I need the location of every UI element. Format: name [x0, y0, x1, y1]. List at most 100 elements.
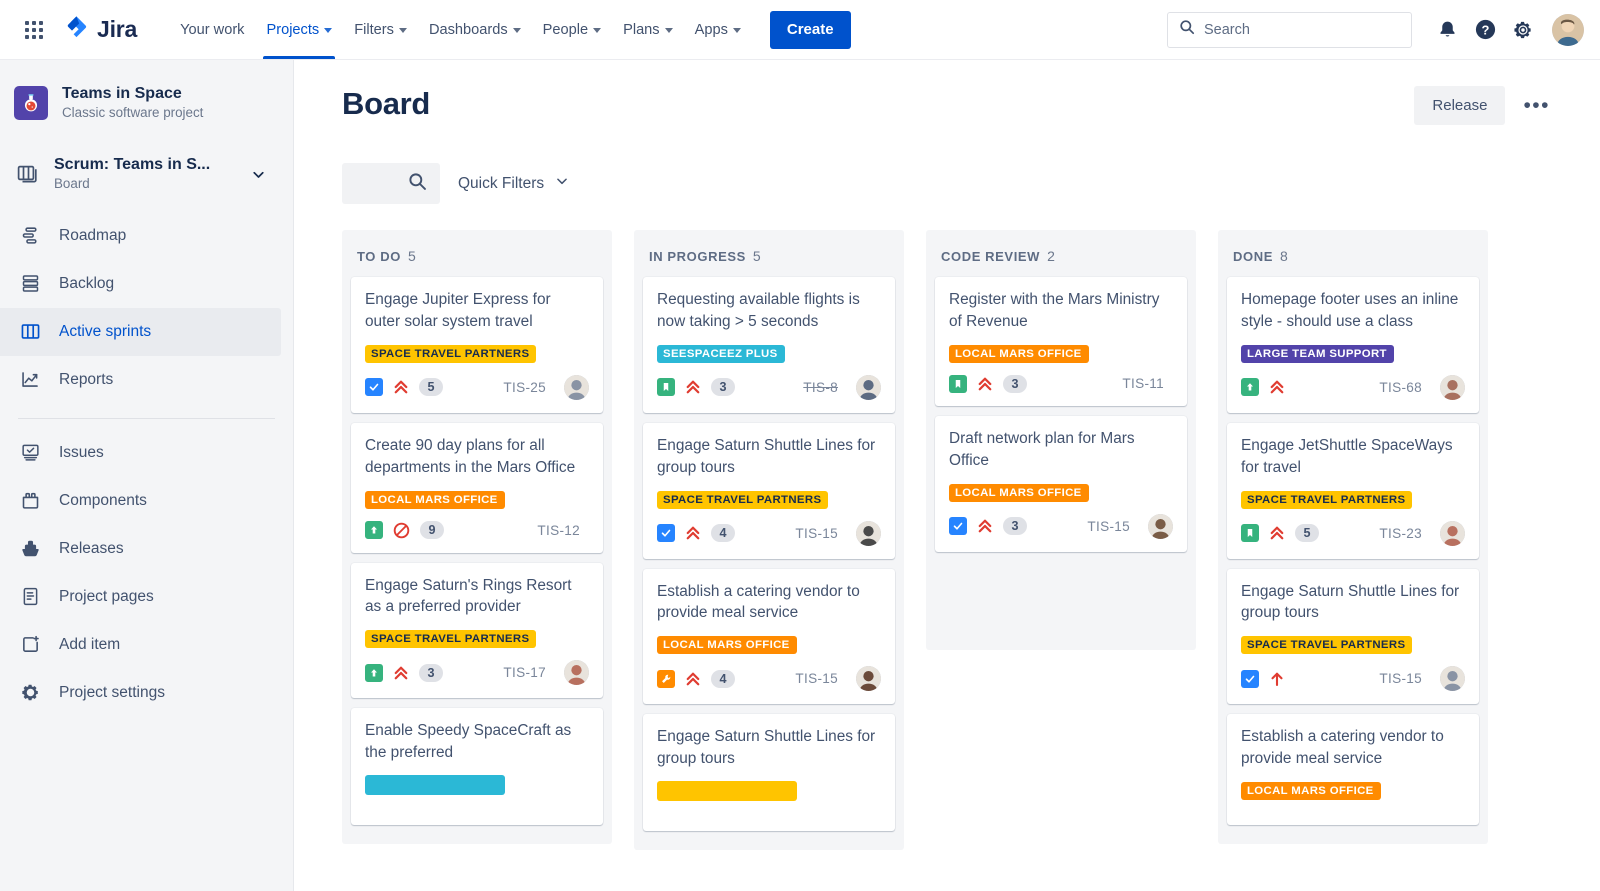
help-question-icon[interactable]: ?	[1468, 13, 1502, 47]
chevron-down-icon[interactable]	[250, 166, 267, 183]
board-card[interactable]: Establish a catering vendor to provide m…	[1227, 714, 1479, 825]
sidebar-item-label: Components	[59, 492, 147, 510]
sidebar-item-issues[interactable]: Issues	[0, 429, 281, 477]
board-search-input[interactable]	[342, 163, 440, 204]
board-card[interactable]: Engage JetShuttle SpaceWays for travelSP…	[1227, 423, 1479, 559]
priority-highest-icon	[976, 375, 994, 393]
priority-highest-icon	[684, 378, 702, 396]
nav-item-filters[interactable]: Filters	[343, 0, 418, 59]
card-issue-key[interactable]: TIS-15	[1379, 671, 1422, 686]
card-issue-key[interactable]: TIS-25	[503, 380, 546, 395]
card-assignee-avatar[interactable]	[564, 375, 589, 400]
board-card[interactable]: Engage Saturn's Rings Resort as a prefer…	[351, 563, 603, 699]
card-assignee-avatar[interactable]	[856, 521, 881, 546]
nav-label: Your work	[180, 22, 244, 38]
board-card[interactable]: Register with the Mars Ministry of Reven…	[935, 277, 1187, 406]
card-label[interactable]: SPACE TRAVEL PARTNERS	[365, 630, 536, 648]
card-assignee-avatar[interactable]	[1440, 521, 1465, 546]
sidebar-item-roadmap[interactable]: Roadmap	[0, 212, 281, 260]
search-input[interactable]	[1204, 22, 1400, 38]
card-story-points: 9	[420, 521, 444, 539]
chevron-down-icon	[665, 28, 673, 33]
issue-type-story-icon	[1241, 378, 1259, 396]
release-button[interactable]: Release	[1414, 86, 1505, 125]
card-issue-key[interactable]: TIS-12	[537, 523, 580, 538]
card-label[interactable]: LOCAL MARS OFFICE	[949, 484, 1089, 502]
card-issue-key[interactable]: TIS-15	[1087, 519, 1130, 534]
sidebar-item-components[interactable]: Components	[0, 477, 281, 525]
sidebar-item-project-pages[interactable]: Project pages	[0, 573, 281, 621]
sidebar-item-label: Project settings	[59, 684, 165, 702]
issue-type-task-icon	[657, 524, 675, 542]
card-title: Create 90 day plans for all departments …	[365, 435, 589, 479]
card-title: Register with the Mars Ministry of Reven…	[949, 289, 1173, 333]
board-card[interactable]: Create 90 day plans for all departments …	[351, 423, 603, 553]
card-assignee-avatar[interactable]	[1148, 514, 1173, 539]
card-label[interactable]: LOCAL MARS OFFICE	[365, 491, 505, 509]
releases-ship-icon	[18, 538, 42, 559]
sidebar-item-project-settings[interactable]: Project settings	[0, 669, 281, 717]
notifications-bell-icon[interactable]	[1430, 13, 1464, 47]
card-title: Engage Saturn Shuttle Lines for group to…	[1241, 581, 1465, 625]
global-search-box[interactable]	[1167, 12, 1412, 48]
column-header: TO DO 5	[351, 230, 603, 277]
card-label[interactable]	[365, 775, 505, 795]
card-label[interactable]	[657, 781, 797, 801]
card-label[interactable]: SPACE TRAVEL PARTNERS	[365, 345, 536, 363]
nav-item-people[interactable]: People	[532, 0, 612, 59]
board-card[interactable]: Requesting available flights is now taki…	[643, 277, 895, 413]
board-header: Board Release •••	[342, 86, 1600, 125]
board-card[interactable]: Homepage footer uses an inline style - s…	[1227, 277, 1479, 413]
nav-item-projects[interactable]: Projects	[255, 0, 343, 59]
board-card[interactable]: Engage Jupiter Express for outer solar s…	[351, 277, 603, 413]
card-label[interactable]: LOCAL MARS OFFICE	[1241, 782, 1381, 800]
board-card[interactable]: Engage Saturn Shuttle Lines for group to…	[643, 714, 895, 831]
card-assignee-avatar[interactable]	[856, 375, 881, 400]
card-assignee-avatar[interactable]	[564, 660, 589, 685]
board-card[interactable]: Draft network plan for Mars Office LOCAL …	[935, 416, 1187, 552]
card-issue-key[interactable]: TIS-8	[803, 380, 838, 395]
jira-logo[interactable]: Jira	[58, 10, 143, 49]
card-title: Draft network plan for Mars Office	[949, 428, 1173, 472]
sidebar-item-backlog[interactable]: Backlog	[0, 260, 281, 308]
card-label[interactable]: LARGE TEAM SUPPORT	[1241, 345, 1394, 363]
card-issue-key[interactable]: TIS-15	[795, 526, 838, 541]
board-card[interactable]: Engage Saturn Shuttle Lines for group to…	[643, 423, 895, 559]
card-assignee-avatar[interactable]	[1440, 666, 1465, 691]
sidebar-item-releases[interactable]: Releases	[0, 525, 281, 573]
card-title: Establish a catering vendor to provide m…	[657, 581, 881, 625]
grid-apps-icon[interactable]	[18, 14, 50, 46]
card-label[interactable]: SPACE TRAVEL PARTNERS	[1241, 491, 1412, 509]
card-label[interactable]: SPACE TRAVEL PARTNERS	[657, 491, 828, 509]
nav-item-your-work[interactable]: Your work	[169, 0, 255, 59]
project-header[interactable]: Teams in Space Classic software project	[0, 78, 293, 129]
board-columns-icon	[16, 162, 40, 186]
card-label[interactable]: SPACE TRAVEL PARTNERS	[1241, 636, 1412, 654]
board-card[interactable]: Enable Speedy SpaceCraft as the preferre…	[351, 708, 603, 825]
nav-item-dashboards[interactable]: Dashboards	[418, 0, 532, 59]
card-label[interactable]: LOCAL MARS OFFICE	[657, 636, 797, 654]
settings-gear-icon[interactable]	[1506, 13, 1540, 47]
nav-item-apps[interactable]: Apps	[684, 0, 752, 59]
board-card[interactable]: Engage Saturn Shuttle Lines for group to…	[1227, 569, 1479, 705]
card-label[interactable]: SEESPACEEZ PLUS	[657, 345, 785, 363]
nav-item-plans[interactable]: Plans	[612, 0, 684, 59]
sidebar-item-label: Active sprints	[59, 323, 151, 341]
card-assignee-avatar[interactable]	[1440, 375, 1465, 400]
create-button[interactable]: Create	[770, 11, 851, 49]
card-issue-key[interactable]: TIS-23	[1379, 526, 1422, 541]
sidebar-item-add-item[interactable]: Add item	[0, 621, 281, 669]
card-assignee-avatar[interactable]	[856, 666, 881, 691]
sidebar-item-reports[interactable]: Reports	[0, 356, 281, 404]
user-avatar[interactable]	[1552, 14, 1584, 46]
sidebar-item-active-sprints[interactable]: Active sprints	[0, 308, 281, 356]
card-issue-key[interactable]: TIS-11	[1122, 376, 1164, 391]
card-issue-key[interactable]: TIS-17	[503, 665, 546, 680]
card-issue-key[interactable]: TIS-68	[1379, 380, 1422, 395]
more-options-icon[interactable]: •••	[1515, 95, 1558, 116]
quick-filters-dropdown[interactable]: Quick Filters	[454, 167, 573, 200]
board-card[interactable]: Establish a catering vendor to provide m…	[643, 569, 895, 705]
card-issue-key[interactable]: TIS-15	[795, 671, 838, 686]
board-selector[interactable]: Scrum: Teams in S... Board	[0, 145, 293, 204]
card-label[interactable]: LOCAL MARS OFFICE	[949, 345, 1089, 363]
